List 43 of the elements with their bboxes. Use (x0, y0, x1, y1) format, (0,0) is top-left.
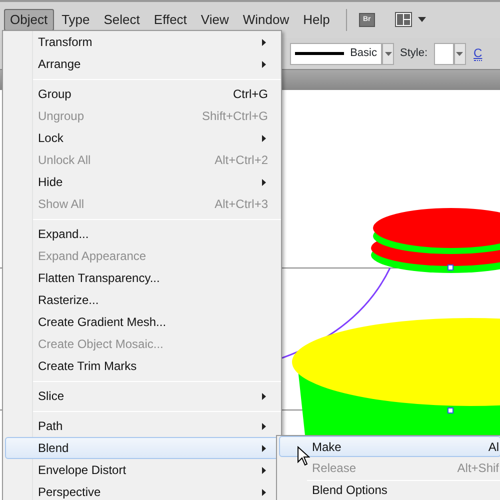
submenu-arrow-icon (262, 423, 266, 430)
menu-item[interactable]: Make Al (279, 436, 500, 457)
menu-item[interactable]: Group Ctrl+G (5, 83, 279, 105)
caret-icon (456, 52, 464, 56)
menu-item[interactable]: Blend (5, 437, 279, 459)
submenu-arrow-icon (262, 135, 266, 142)
dropdown-button[interactable] (382, 42, 394, 64)
menu-item[interactable]: Blend Options (279, 482, 500, 497)
submenu-arrow-icon (262, 179, 266, 186)
style-label: Style: (400, 46, 428, 62)
workspace-icon[interactable] (394, 12, 427, 28)
menu-item[interactable]: Hide (5, 171, 279, 193)
cursor-icon (297, 446, 310, 466)
submenu-arrow-icon (262, 489, 266, 496)
menu-item[interactable]: Perspective (5, 481, 279, 500)
menu-item[interactable]: Expand... (5, 223, 279, 245)
menu-item[interactable]: Create Gradient Mesh... (5, 311, 279, 333)
submenu-arrow-icon (262, 445, 266, 452)
menu-item[interactable]: Create Trim Marks (5, 355, 279, 377)
submenu-arrow-icon (262, 393, 266, 400)
menu-bar-item[interactable]: Help (297, 9, 336, 31)
menu-bar-item[interactable]: Window (236, 9, 296, 31)
submenu-arrow-icon (262, 39, 266, 46)
menu-item[interactable]: Transform (5, 31, 279, 53)
stroke-profile-field[interactable]: Basic (290, 42, 382, 64)
menu-bar-item[interactable]: Type (56, 9, 96, 31)
submenu-arrow-icon (262, 61, 266, 68)
menu-item[interactable]: Path (5, 415, 279, 437)
style-field[interactable] (434, 42, 454, 64)
submenu-arrow-icon (262, 467, 266, 474)
dropdown-button[interactable] (454, 42, 466, 64)
menu-item[interactable]: Lock (5, 127, 279, 149)
menu-item[interactable]: Envelope Distort (5, 459, 279, 481)
menu-bar-item[interactable]: Effect (148, 9, 193, 31)
menu-item[interactable]: Rasterize... (5, 289, 279, 311)
caret-icon (384, 52, 392, 56)
menu-bar-item[interactable]: View (194, 9, 235, 31)
menu-bar-item[interactable]: Object (4, 9, 54, 31)
menu-bar-item[interactable]: Select (98, 9, 146, 31)
menu-item[interactable]: Flatten Transparency... (5, 267, 279, 289)
menu-item[interactable]: Arrange (5, 53, 279, 75)
link[interactable]: C (474, 46, 482, 61)
menu-item[interactable]: Slice (5, 385, 279, 407)
